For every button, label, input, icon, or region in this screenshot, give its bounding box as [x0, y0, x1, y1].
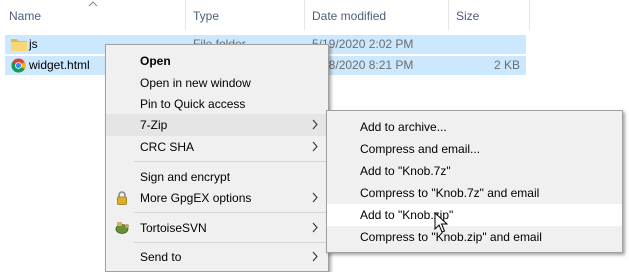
column-date-modified[interactable]: Date modified [312, 9, 386, 23]
menu-item-label: Compress and email... [360, 142, 481, 156]
column-divider[interactable] [304, 0, 305, 30]
menu-separator [134, 242, 326, 243]
submenu-item-add-to-archive[interactable]: Add to archive... [327, 116, 622, 138]
submenu-item-add-7z[interactable]: Add to "Knob.7z" [327, 160, 622, 182]
menu-item-send-to[interactable]: Send to [106, 246, 328, 268]
menu-item-label: Open in new window [140, 76, 251, 90]
menu-item-tortoisesvn[interactable]: TortoiseSVN [106, 217, 328, 239]
file-name: js [29, 37, 38, 51]
chevron-right-icon [312, 192, 318, 203]
submenu-item-add-zip[interactable]: Add to "Knob.zip" [327, 204, 622, 226]
folder-icon [11, 39, 27, 51]
menu-item-label: TortoiseSVN [140, 221, 207, 235]
column-divider[interactable] [185, 0, 186, 30]
file-name: widget.html [29, 58, 90, 72]
context-menu: Open Open in new window Pin to Quick acc… [105, 44, 329, 272]
submenu-item-compress-7z-email[interactable]: Compress to "Knob.7z" and email [327, 182, 622, 204]
menu-separator [134, 212, 326, 213]
menu-item-open[interactable]: Open [106, 50, 328, 72]
column-type[interactable]: Type [193, 9, 219, 23]
menu-item-7zip[interactable]: 7-Zip [106, 114, 328, 136]
menu-item-label: Sign and encrypt [140, 170, 231, 184]
submenu-item-compress-email[interactable]: Compress and email... [327, 138, 622, 160]
menu-item-label: More GpgEX options [140, 191, 252, 205]
file-size: 2 KB [493, 58, 520, 72]
menu-item-label: Add to archive... [360, 120, 447, 134]
chevron-right-icon [312, 119, 318, 130]
chevron-right-icon [312, 141, 318, 152]
menu-item-sign-encrypt[interactable]: Sign and encrypt [106, 166, 328, 188]
column-header: Name Type Date modified Size [0, 0, 629, 30]
menu-item-crc-sha[interactable]: CRC SHA [106, 136, 328, 158]
chrome-icon [11, 58, 26, 73]
menu-item-label: Pin to Quick access [140, 97, 246, 111]
submenu-7zip: Add to archive... Compress and email... … [326, 110, 623, 253]
column-divider[interactable] [448, 0, 449, 30]
menu-item-gpgex-options[interactable]: More GpgEX options [106, 187, 328, 209]
menu-item-label: Compress to "Knob.7z" and email [360, 186, 540, 200]
column-name[interactable]: Name [9, 9, 41, 23]
submenu-item-compress-zip-email[interactable]: Compress to "Knob.zip" and email [327, 226, 622, 248]
menu-item-label: Add to "Knob.7z" [360, 164, 451, 178]
column-size[interactable]: Size [456, 9, 479, 23]
sort-ascending-icon [88, 1, 98, 7]
menu-item-label: 7-Zip [140, 118, 168, 132]
menu-item-label: CRC SHA [140, 140, 195, 154]
menu-item-label: Compress to "Knob.zip" and email [360, 230, 542, 244]
menu-item-pin-quick-access[interactable]: Pin to Quick access [106, 93, 328, 115]
mouse-pointer-icon [434, 212, 449, 233]
chevron-right-icon [312, 251, 318, 262]
chevron-right-icon [312, 222, 318, 233]
menu-separator [134, 161, 326, 162]
column-divider[interactable] [529, 0, 530, 30]
menu-item-label: Open [140, 54, 171, 68]
lock-icon [117, 191, 127, 205]
tortoise-icon [115, 222, 129, 234]
menu-item-open-new-window[interactable]: Open in new window [106, 72, 328, 94]
menu-item-label: Send to [140, 250, 182, 264]
